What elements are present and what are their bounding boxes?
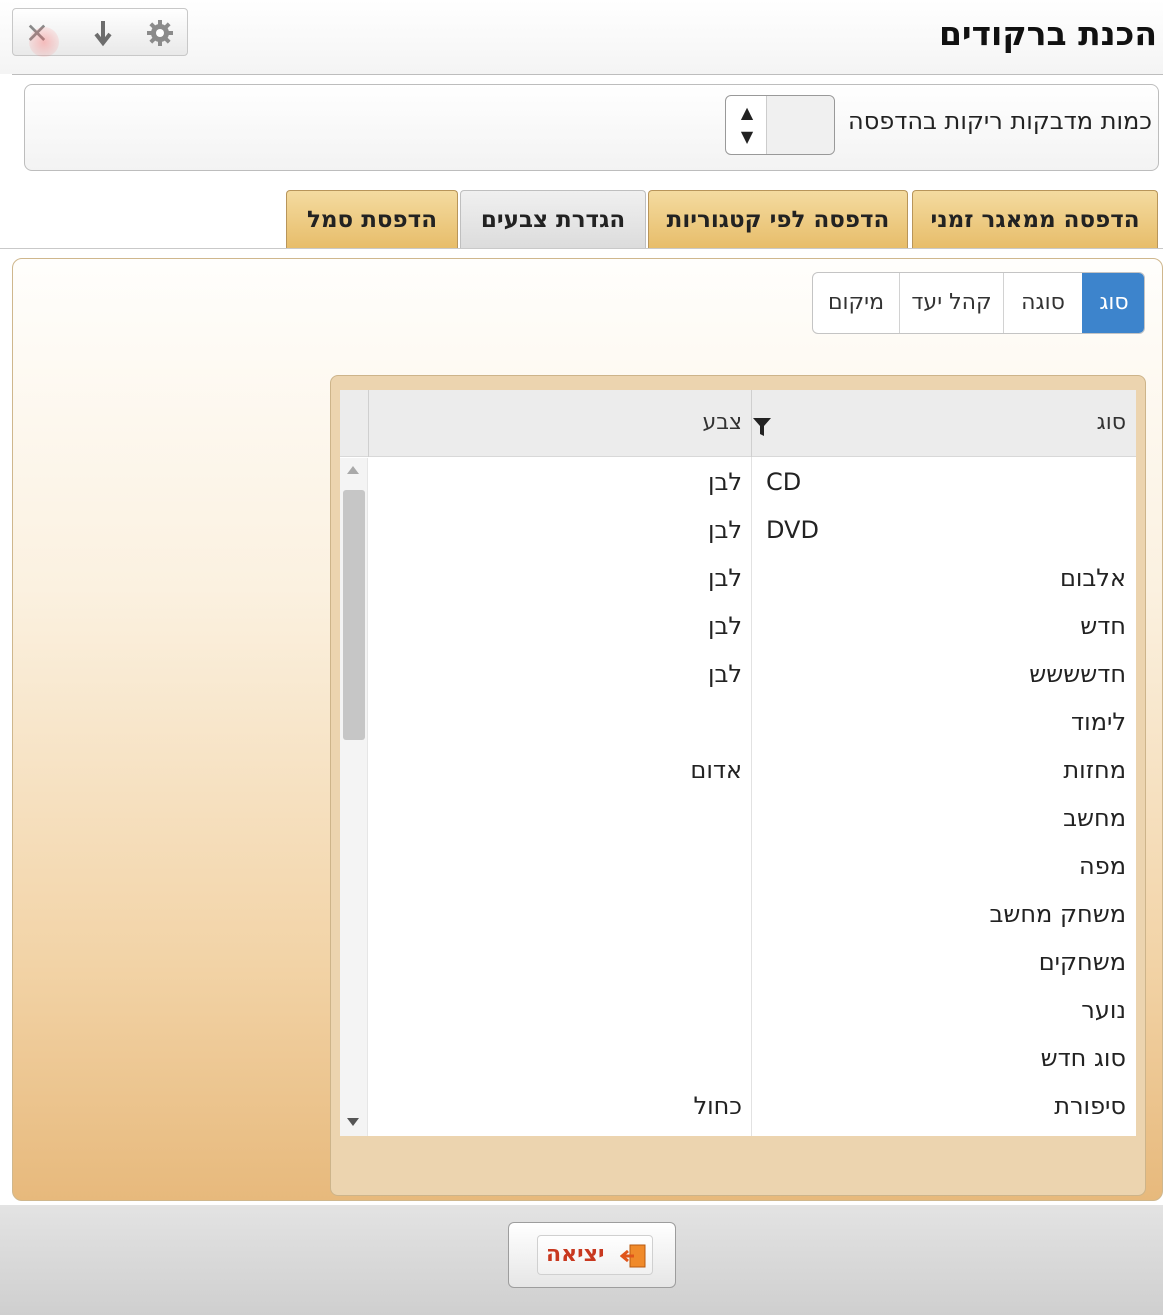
table-row[interactable]: משחקים <box>340 942 1136 990</box>
cell-type: מחזות <box>1063 756 1126 784</box>
cell-type: חדשששש <box>1029 660 1126 688</box>
subtab-location[interactable]: מיקום <box>813 273 899 333</box>
cell-type: מחשב <box>1063 804 1126 832</box>
tabs-baseline <box>0 248 1163 249</box>
exit-button-inner: יציאה <box>537 1235 653 1275</box>
table-row[interactable]: מחזות אדום <box>340 750 1136 798</box>
cell-type: סיפורת <box>1054 1092 1126 1120</box>
table-row[interactable]: DVD לבן <box>340 510 1136 558</box>
color-grid: סוג צבע CD לבן DVD לבן אלבום לבן חדש לבן חדש… <box>340 390 1136 1136</box>
exit-door-icon <box>619 1242 648 1270</box>
cell-type: נוער <box>1081 996 1126 1024</box>
tab-symbol-print[interactable]: הדפסת סמל <box>286 190 458 248</box>
table-row[interactable]: נוער <box>340 990 1136 1038</box>
window-toolbar: ✕ <box>12 8 188 57</box>
window-title: הכנת ברקודים <box>938 14 1157 53</box>
filter-icon[interactable] <box>752 416 772 438</box>
table-row[interactable]: חדשששש לבן <box>340 654 1136 702</box>
quantity-label: כמות מדבקות ריקות בהדפסה <box>848 107 1152 135</box>
subtab-audience[interactable]: קהל יעד <box>899 273 1003 333</box>
table-row[interactable]: מפה <box>340 846 1136 894</box>
cell-type: CD <box>766 468 802 496</box>
cell-type: לימוד <box>1071 708 1126 736</box>
cell-color: לבן <box>707 660 742 688</box>
column-header-type[interactable]: סוג <box>1097 410 1126 435</box>
quantity-value[interactable] <box>766 96 834 154</box>
stepper-down-icon[interactable]: ▼ <box>736 126 758 148</box>
table-row[interactable]: חדש לבן <box>340 606 1136 654</box>
cell-type: אלבום <box>1059 564 1126 592</box>
table-row[interactable]: אלבום לבן <box>340 558 1136 606</box>
cell-type: מפה <box>1079 852 1126 880</box>
cell-type: DVD <box>766 516 819 544</box>
cell-color: לבן <box>707 468 742 496</box>
title-bar: ✕ הכנת ברקודים <box>0 0 1163 74</box>
header-separator <box>368 390 369 457</box>
table-row[interactable]: סיפורת כחול <box>340 1086 1136 1134</box>
tab-category-print[interactable]: הדפסה לפי קטגוריות <box>648 190 908 248</box>
quantity-panel: כמות מדבקות ריקות בהדפסה ▲ ▼ <box>24 84 1159 171</box>
cell-color: לבן <box>707 516 742 544</box>
quantity-stepper[interactable]: ▲ ▼ <box>725 95 835 155</box>
exit-label: יציאה <box>546 1242 605 1267</box>
arrow-down-icon[interactable] <box>83 13 123 53</box>
cell-type: חדש <box>1080 612 1126 640</box>
header-separator <box>751 390 752 457</box>
cell-color: לבן <box>707 612 742 640</box>
cell-type: סוג חדש <box>1040 1044 1126 1072</box>
close-icon[interactable]: ✕ <box>17 13 59 57</box>
grid-header: סוג צבע <box>340 390 1136 457</box>
cell-color: אדום <box>690 756 742 784</box>
subtab-group: סוג סוגה קהל יעד מיקום <box>812 272 1145 334</box>
table-row[interactable]: משחק מחשב <box>340 894 1136 942</box>
table-row[interactable]: CD לבן <box>340 462 1136 510</box>
cell-color: כחול <box>693 1092 742 1120</box>
stepper-up-icon[interactable]: ▲ <box>736 102 758 124</box>
exit-button[interactable]: יציאה <box>508 1222 676 1288</box>
cell-color: לבן <box>707 564 742 592</box>
tab-temp-storage-print[interactable]: הדפסה ממאגר זמני <box>912 190 1158 248</box>
subtab-type[interactable]: סוג <box>1082 273 1144 333</box>
cell-type: משחקים <box>1038 948 1126 976</box>
gear-icon[interactable] <box>140 13 180 53</box>
subtab-genre[interactable]: סוגה <box>1003 273 1082 333</box>
table-row[interactable]: סוג חדש <box>340 1038 1136 1086</box>
table-row[interactable]: לימוד <box>340 702 1136 750</box>
column-header-color[interactable]: צבע <box>374 410 750 435</box>
cell-type: משחק מחשב <box>989 900 1127 928</box>
table-row[interactable]: מחשב <box>340 798 1136 846</box>
divider <box>12 74 1163 75</box>
tab-color-settings[interactable]: הגדרת צבעים <box>460 190 646 248</box>
